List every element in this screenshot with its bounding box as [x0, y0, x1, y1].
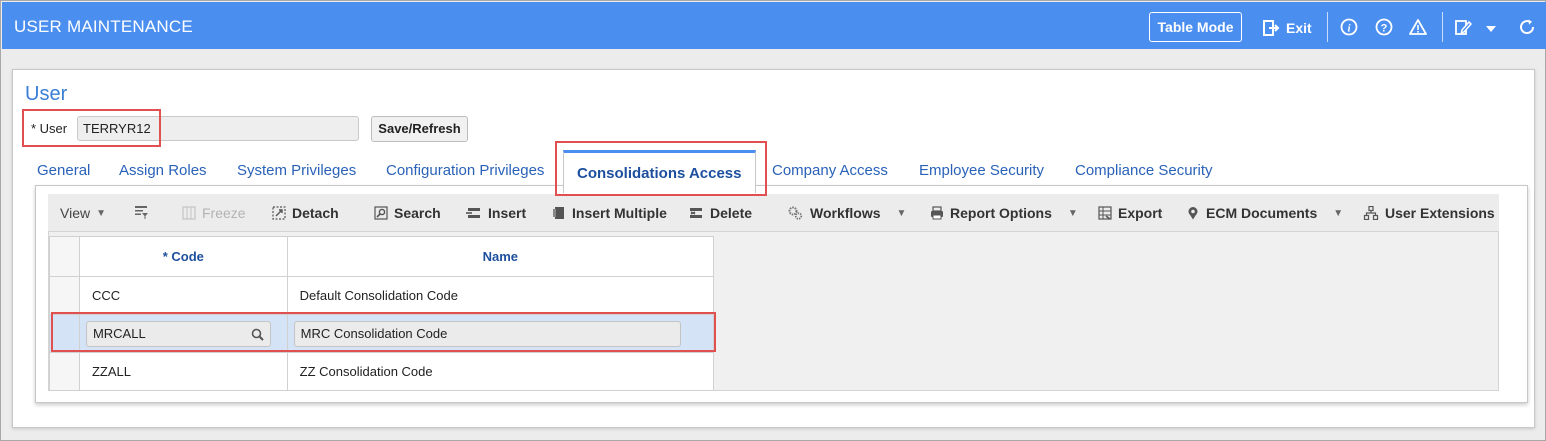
printer-icon	[931, 206, 943, 220]
tab-content: View ▼ Freeze Detach Search Insert Inser…	[35, 185, 1528, 403]
map-pin-icon	[1188, 207, 1198, 220]
help-icon[interactable]: ?	[1375, 18, 1393, 36]
filter-icon	[135, 206, 148, 219]
window: USER MAINTENANCE Table Mode Exit i ? Use…	[0, 0, 1546, 441]
table-row[interactable]: CCC Default Consolidation Code	[49, 276, 715, 315]
svg-text:?: ?	[1381, 23, 1388, 35]
insert-multiple-label: Insert Multiple	[572, 205, 667, 221]
chevron-down-icon: ▼	[1067, 207, 1078, 219]
tab-compliance-security[interactable]: Compliance Security	[1075, 162, 1213, 179]
cell-name[interactable]: Default Consolidation Code	[286, 276, 715, 315]
header-divider	[1442, 12, 1443, 42]
filter-button[interactable]	[132, 205, 150, 219]
report-options-menu[interactable]: Report Options ▼	[930, 205, 1078, 221]
grid-toolbar: View ▼ Freeze Detach Search Insert Inser…	[48, 194, 1499, 232]
tab-highlight-box	[555, 141, 767, 196]
header-divider	[1327, 12, 1328, 42]
freeze-icon	[182, 206, 196, 220]
tab-general[interactable]: General	[37, 162, 90, 179]
tab-assign-roles[interactable]: Assign Roles	[119, 162, 207, 179]
chevron-down-icon: ▼	[96, 207, 106, 219]
insert-button[interactable]: Insert	[464, 205, 526, 221]
search-icon	[374, 206, 388, 220]
view-menu[interactable]: View ▼	[60, 205, 106, 221]
chevron-down-icon: ▼	[896, 207, 907, 219]
report-options-label: Report Options	[950, 205, 1052, 221]
user-panel: User * User TERRYR12 Save/Refresh Genera…	[12, 69, 1535, 428]
detach-icon	[272, 206, 286, 220]
delete-label: Delete	[710, 205, 753, 221]
exit-icon	[1263, 20, 1280, 36]
edit-notes-icon[interactable]	[1454, 18, 1472, 36]
column-header-code[interactable]: * Code	[78, 236, 288, 277]
row-selector-header[interactable]	[49, 236, 80, 277]
detach-button[interactable]: Detach	[272, 205, 339, 221]
view-label: View	[60, 205, 91, 221]
user-extensions-label: User Extensions	[1385, 205, 1495, 221]
insert-row-icon	[466, 208, 480, 218]
gears-icon	[788, 206, 803, 220]
refresh-icon[interactable]	[1518, 18, 1536, 36]
user-extensions-button[interactable]: User Extensions	[1363, 205, 1495, 221]
insert-multiple-icon	[553, 207, 564, 219]
column-header-name[interactable]: Name	[286, 236, 715, 277]
delete-button[interactable]: Delete	[686, 205, 752, 221]
freeze-label: Freeze	[202, 205, 246, 221]
insert-multiple-button[interactable]: Insert Multiple	[552, 205, 667, 221]
ecm-documents-label: ECM Documents	[1206, 205, 1318, 221]
delete-row-icon	[690, 208, 702, 218]
workflows-menu[interactable]: Workflows ▼	[786, 205, 906, 221]
table-header-row: * Code Name	[49, 236, 715, 277]
row-highlight-box	[51, 312, 716, 352]
chevron-down-icon[interactable]	[1484, 20, 1498, 38]
exit-label: Exit	[1286, 20, 1312, 36]
row-selector[interactable]	[49, 352, 80, 391]
export-icon	[1098, 206, 1112, 220]
cell-code[interactable]: CCC	[78, 276, 288, 315]
ecm-documents-menu[interactable]: ECM Documents ▼	[1186, 205, 1343, 221]
export-label: Export	[1118, 205, 1163, 221]
save-refresh-button[interactable]: Save/Refresh	[371, 116, 468, 142]
app-header: USER MAINTENANCE Table Mode Exit i ?	[2, 2, 1546, 49]
table-row[interactable]: ZZALL ZZ Consolidation Code	[49, 352, 715, 391]
table-mode-button[interactable]: Table Mode	[1149, 12, 1242, 42]
cell-name[interactable]: ZZ Consolidation Code	[286, 352, 715, 391]
workflows-label: Workflows	[810, 205, 881, 221]
tab-configuration-privileges[interactable]: Configuration Privileges	[386, 162, 544, 179]
export-button[interactable]: Export	[1098, 205, 1162, 221]
search-label: Search	[394, 205, 441, 221]
app-title: USER MAINTENANCE	[14, 17, 193, 36]
exit-button[interactable]: Exit	[1262, 18, 1312, 38]
cell-code[interactable]: ZZALL	[78, 352, 288, 391]
section-title: User	[25, 83, 68, 105]
row-selector[interactable]	[49, 276, 80, 315]
grid-area: * Code Name CCC Default Consolidation Co…	[48, 232, 1499, 391]
chevron-down-icon: ▼	[1333, 207, 1344, 219]
tab-employee-security[interactable]: Employee Security	[919, 162, 1044, 179]
user-highlight-box	[22, 109, 161, 147]
tab-system-privileges[interactable]: System Privileges	[237, 162, 356, 179]
insert-label: Insert	[488, 205, 527, 221]
freeze-button[interactable]: Freeze	[182, 205, 246, 221]
svg-text:i: i	[1347, 23, 1351, 35]
warning-icon[interactable]	[1409, 18, 1427, 36]
tab-company-access[interactable]: Company Access	[772, 162, 888, 179]
hierarchy-icon	[1363, 206, 1379, 220]
search-button[interactable]: Search	[374, 205, 441, 221]
detach-label: Detach	[292, 205, 339, 221]
info-icon[interactable]: i	[1340, 18, 1358, 36]
